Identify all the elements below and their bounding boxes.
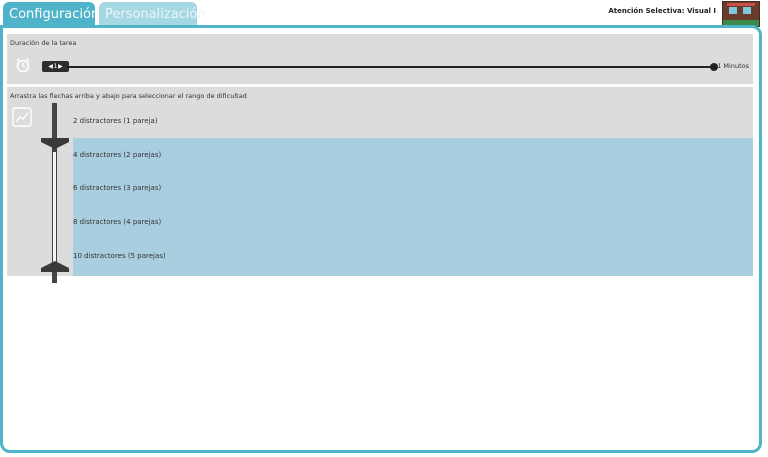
difficulty-option[interactable]: 4 distractores (2 parejas) — [73, 151, 161, 159]
selected-range-highlight — [73, 138, 753, 276]
difficulty-instruction: Arrastra las flechas arriba y abajo para… — [10, 92, 247, 100]
range-rail-selected — [53, 152, 56, 262]
difficulty-option[interactable]: 10 distractores (5 parejas) — [73, 252, 166, 260]
difficulty-panel: Arrastra las flechas arriba y abajo para… — [7, 87, 753, 283]
duration-stepper[interactable]: ◀1▶ — [42, 61, 69, 72]
difficulty-option[interactable]: 2 distractores (1 pareja) — [73, 117, 158, 125]
range-handle-top[interactable] — [41, 138, 69, 150]
page-title: Atención Selectiva: Visual I — [608, 7, 716, 15]
arrow-right-icon[interactable]: ▶ — [57, 61, 63, 72]
difficulty-option[interactable]: 8 distractores (4 parejas) — [73, 218, 161, 226]
duration-panel: Duración de la tarea ◀1▶ 1 Minutos — [7, 34, 753, 84]
alarm-clock-icon — [16, 58, 30, 73]
range-handle-bottom[interactable] — [41, 260, 69, 272]
duration-label: Duración de la tarea — [10, 39, 77, 47]
difficulty-option[interactable]: 6 distractores (3 parejas) — [73, 184, 161, 192]
app-logo-icon — [722, 1, 760, 27]
chart-icon — [12, 107, 32, 127]
duration-slider-track[interactable] — [67, 66, 718, 68]
duration-unit-label: 1 Minutos — [717, 62, 749, 70]
